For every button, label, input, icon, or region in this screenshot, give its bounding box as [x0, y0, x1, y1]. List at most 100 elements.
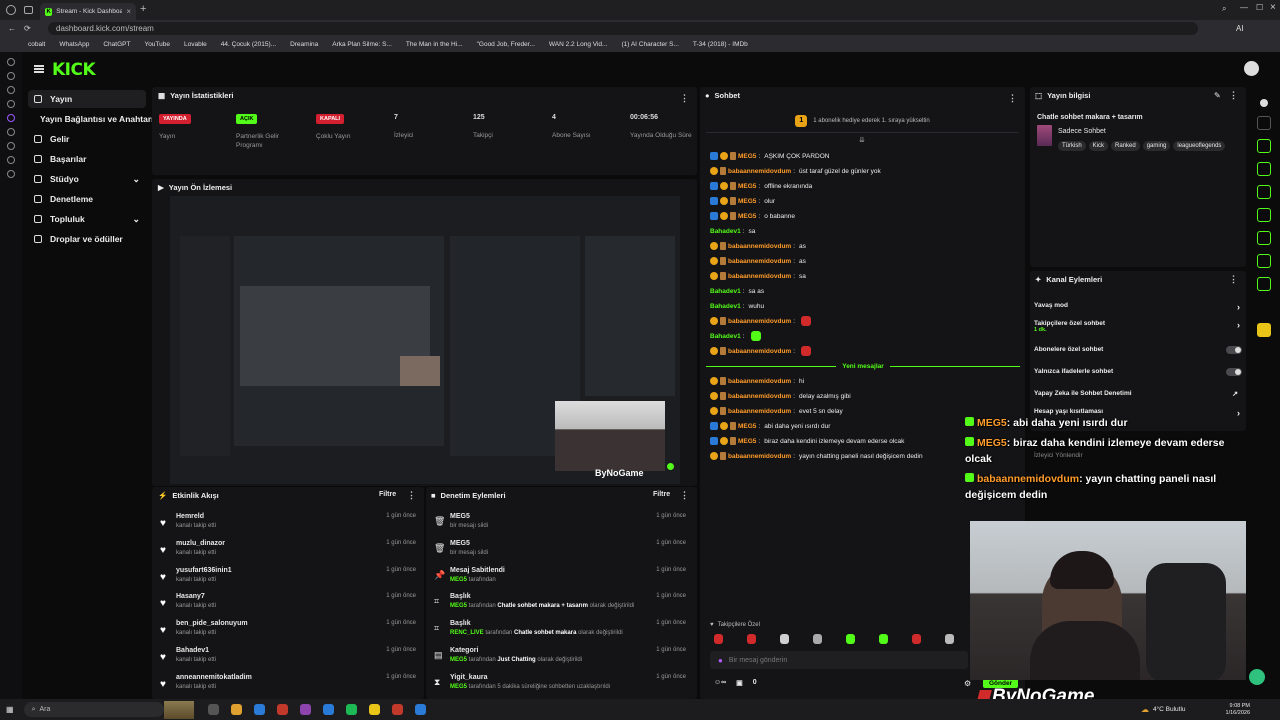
maximize-button[interactable]: ☐: [1256, 3, 1263, 12]
bookmark-item[interactable]: T-34 (2018) - IMDb: [693, 41, 748, 48]
ai-button[interactable]: AI: [1236, 24, 1244, 33]
chat-username[interactable]: babaannemidovdum: [728, 168, 791, 175]
sidebar-app-icon[interactable]: [7, 72, 15, 80]
browser-menu-icon[interactable]: [6, 5, 16, 15]
chat-message[interactable]: babaannemidovdum: sa: [710, 269, 1010, 283]
bolt-icon[interactable]: [1257, 162, 1271, 176]
chat-username[interactable]: Bahadev1: [710, 303, 741, 310]
bookmark-item[interactable]: 44. Çocuk (2015)...: [221, 41, 276, 48]
taskbar-search[interactable]: ⌕ Ara: [23, 702, 164, 717]
chat-username[interactable]: babaannemidovdum: [728, 453, 791, 460]
chat-username[interactable]: MEG5: [738, 198, 756, 205]
moderation-actor[interactable]: MEG5: [450, 684, 467, 690]
channel-actions-more-icon[interactable]: ⋮: [1229, 274, 1238, 285]
info-icon[interactable]: [1260, 99, 1268, 107]
activity-filter-button[interactable]: Filtre: [379, 491, 396, 498]
taskbar-app-icon[interactable]: [207, 704, 219, 715]
chat-username[interactable]: Bahadev1: [710, 228, 741, 235]
activity-row[interactable]: ♥ Hemreld kanalı takip etti 1 gün önce: [160, 513, 422, 539]
chat-username[interactable]: MEG5: [738, 423, 756, 430]
chat-message[interactable]: Bahadev1: sa: [710, 224, 1010, 238]
moderation-row[interactable]: 🗑 MEG5 bir mesajı sildi 1 gün önce: [434, 540, 692, 566]
emote-settings-icon[interactable]: ☺∞: [714, 679, 726, 687]
taskbar-app-icon[interactable]: [230, 704, 242, 715]
chat-username[interactable]: babaannemidovdum: [728, 318, 791, 325]
chevron-right-icon[interactable]: ›: [1237, 302, 1240, 312]
nav-item-5[interactable]: Denetleme: [28, 190, 146, 208]
tag-chip[interactable]: leagueoflegends: [1173, 141, 1226, 151]
chat-message[interactable]: babaannemidovdum: evet 5 sn delay: [710, 404, 1010, 418]
moderation-row[interactable]: 🗑 MEG5 bir mesajı sildi 1 gün önce: [434, 513, 692, 539]
pinned-banner[interactable]: 1 1 abonelik hediye ederek 1. sıraya yük…: [706, 109, 1019, 133]
chat-message[interactable]: babaannemidovdum: as: [710, 239, 1010, 253]
sidebar-app-icon[interactable]: [7, 170, 15, 178]
activity-user[interactable]: Hasany7: [176, 593, 205, 600]
more-options-icon[interactable]: ⋮: [680, 93, 689, 104]
taskbar-app-icon[interactable]: [299, 704, 311, 715]
bookmark-item[interactable]: WAN 2.2 Long Vid...: [549, 41, 608, 48]
tag-chip[interactable]: Türkish: [1058, 141, 1086, 151]
chat-username[interactable]: MEG5: [738, 438, 756, 445]
chat-message[interactable]: Bahadev1: wuhu: [710, 299, 1010, 313]
avatar[interactable]: [1244, 61, 1259, 76]
activity-user[interactable]: Hemreld: [176, 513, 204, 520]
chat-username[interactable]: babaannemidovdum: [728, 408, 791, 415]
tab-kick-dashboard[interactable]: K Stream - Kick Dashboard ×: [40, 3, 136, 20]
mic-icon[interactable]: ●: [718, 656, 723, 665]
category-name[interactable]: Sadece Sohbet: [1058, 128, 1106, 135]
chevron-right-icon[interactable]: ›: [1237, 320, 1240, 330]
broadcast-side-icon[interactable]: [1257, 231, 1271, 245]
chat-username[interactable]: MEG5: [738, 153, 756, 160]
taskbar-app-icon[interactable]: [368, 704, 380, 715]
nav-item-4[interactable]: Stüdyo ⌄: [28, 170, 146, 188]
chat-settings-icon[interactable]: ⚙: [964, 679, 971, 688]
activity-row[interactable]: ♥ Hasany7 kanalı takip etti 1 gün önce: [160, 593, 422, 619]
chat-username[interactable]: Bahadev1: [710, 333, 741, 340]
chevron-right-icon[interactable]: ›: [1237, 408, 1240, 418]
taskbar-app-icon[interactable]: [322, 704, 334, 715]
start-icon[interactable]: ▦: [6, 705, 14, 714]
moderation-more-icon[interactable]: ⋮: [680, 490, 689, 501]
taskbar-app-icon[interactable]: [345, 704, 357, 715]
expand-chevron-icon[interactable]: ⇊: [859, 136, 865, 144]
chat-input[interactable]: ● Bir mesaj gönderin: [710, 651, 968, 669]
search-icon[interactable]: ⌕: [1222, 4, 1226, 14]
moderation-row[interactable]: ⌗ Başlık MEG5 tarafından Chatle sohbet mak…: [434, 593, 692, 619]
moderation-row[interactable]: ▤ Kategori MEG5 tarafından Just Chatting o…: [434, 647, 692, 673]
taskbar-app-icon[interactable]: [414, 704, 426, 715]
taskbar-app-icon[interactable]: [276, 704, 288, 715]
chat-username[interactable]: MEG5: [738, 183, 756, 190]
activity-user[interactable]: Bahadev1: [176, 647, 209, 654]
chat-message[interactable]: babaannemidovdum: hi: [710, 374, 1010, 388]
nav-item-7[interactable]: Droplar ve ödüller: [28, 230, 146, 248]
chat-username[interactable]: babaannemidovdum: [728, 258, 791, 265]
moderation-filter-button[interactable]: Filtre: [653, 491, 670, 498]
external-link-icon[interactable]: ↗: [1232, 390, 1238, 398]
sidebar-app-icon[interactable]: [7, 86, 15, 94]
close-window-button[interactable]: ×: [1270, 2, 1276, 13]
moderation-row[interactable]: 📌 Mesaj Sabitlendi MEG5 tarafından 1 gün ön…: [434, 567, 692, 593]
sidebar-app-icon[interactable]: [7, 156, 15, 164]
bookmark-item[interactable]: "Good Job, Freder...: [477, 41, 535, 48]
tag-chip[interactable]: gaming: [1142, 141, 1171, 151]
hamburger-menu-icon[interactable]: [34, 65, 44, 73]
nodes-side-icon[interactable]: [1257, 300, 1271, 314]
emote-icon[interactable]: [714, 634, 723, 644]
target-icon[interactable]: [1257, 139, 1271, 153]
bookmark-item[interactable]: cobalt: [28, 41, 45, 48]
emote-icon[interactable]: [780, 634, 789, 644]
emote-icon[interactable]: [945, 634, 954, 644]
edit-icon[interactable]: ✎: [1214, 91, 1221, 100]
moderation-actor[interactable]: MEG5: [450, 577, 467, 583]
activity-user[interactable]: anneannemitokatladim: [176, 674, 252, 681]
chart-icon[interactable]: [1257, 116, 1271, 130]
points-icon[interactable]: ▣: [736, 679, 743, 687]
activity-row[interactable]: ♥ yusufart636inin1 kanalı takip etti 1 gün …: [160, 567, 422, 593]
activity-user[interactable]: yusufart636inin1: [176, 567, 232, 574]
chat-message[interactable]: babaannemidovdum:: [710, 314, 1010, 328]
moderation-actor[interactable]: MEG5: [450, 657, 467, 663]
bookmark-item[interactable]: Dreamina: [290, 41, 318, 48]
chat-message[interactable]: babaannemidovdum: as: [710, 254, 1010, 268]
bookmark-item[interactable]: ChatGPT: [103, 41, 130, 48]
nav-item-2[interactable]: Gelir: [28, 130, 146, 148]
